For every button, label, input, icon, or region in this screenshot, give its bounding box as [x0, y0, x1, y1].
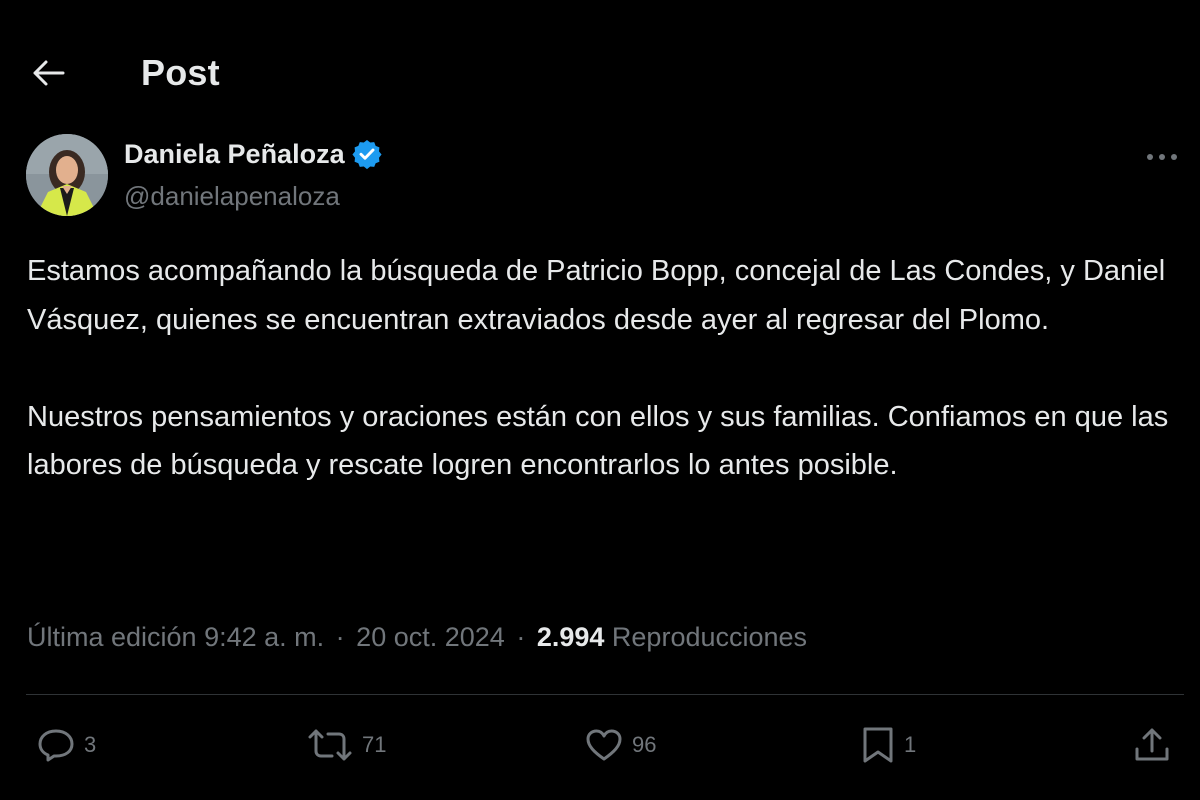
avatar[interactable]: [26, 134, 108, 216]
tweet-metadata: Última edición 9:42 a. m. · 20 oct. 2024…: [27, 622, 807, 653]
heart-icon: [586, 729, 622, 761]
bookmark-icon: [863, 727, 893, 763]
author-block: Daniela Peñaloza @danielapenaloza: [26, 132, 1186, 222]
repost-count: 71: [362, 732, 387, 757]
divider: [26, 694, 1184, 695]
share-button[interactable]: [1132, 715, 1172, 775]
meta-separator: ·: [335, 622, 345, 652]
display-name-row: Daniela Peñaloza: [124, 138, 383, 170]
bookmark-count: 1: [904, 732, 917, 757]
user-handle[interactable]: @danielapenaloza: [124, 181, 340, 212]
tweet-paragraph: Nuestros pensamientos y oraciones están …: [27, 400, 1169, 482]
back-button[interactable]: [22, 50, 74, 96]
arrow-left-icon: [33, 60, 65, 86]
tweet-text: Estamos acompañando la búsqueda de Patri…: [27, 247, 1177, 490]
tweet-paragraph: Estamos acompañando la búsqueda de Patri…: [27, 255, 1166, 336]
views-count: 2.994: [536, 622, 605, 652]
views-label: Reproducciones: [611, 622, 808, 652]
edited-time-link[interactable]: Última edición 9:42 a. m.: [27, 622, 324, 652]
like-count: 96: [632, 732, 657, 757]
verified-badge-icon: [352, 140, 382, 170]
page-title: Post: [141, 52, 220, 93]
share-icon: [1135, 728, 1169, 761]
like-button[interactable]: 96: [584, 715, 656, 775]
post-date[interactable]: 20 oct. 2024: [356, 622, 505, 652]
avatar-photo: [26, 134, 108, 216]
more-options-button[interactable]: [1142, 142, 1182, 172]
reply-icon: [38, 729, 74, 762]
more-horizontal-icon: [1147, 154, 1177, 160]
repost-button[interactable]: 71: [306, 715, 386, 775]
bookmark-button[interactable]: 1: [860, 715, 916, 775]
reply-count: 3: [84, 732, 97, 757]
header-bar: Post: [0, 0, 1200, 140]
repost-icon: [308, 729, 352, 761]
action-bar: 3 71 96 1: [0, 715, 1200, 775]
meta-separator: ·: [516, 622, 526, 652]
reply-button[interactable]: 3: [36, 715, 96, 775]
display-name[interactable]: Daniela Peñaloza: [124, 139, 345, 170]
